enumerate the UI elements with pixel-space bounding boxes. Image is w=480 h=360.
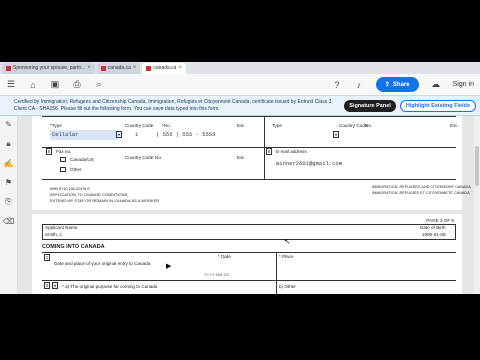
tab-sponsoring[interactable]: Sponsoring your spouse, partn... × (2, 63, 95, 74)
country-code-label: Country Code (125, 155, 154, 160)
section-title: COMING INTO CANADA (42, 244, 105, 250)
canada-favicon-icon (146, 66, 152, 71)
phone-type-dropdown[interactable]: ▾ (116, 131, 122, 138)
share-icon: ⇪ (384, 82, 390, 88)
question-number: 1 (44, 254, 50, 261)
fax-no-label: No. (155, 155, 163, 160)
divider (42, 280, 456, 281)
divider (42, 179, 456, 180)
email-label: E-mail address (276, 149, 307, 154)
phone-no-label: *No. (162, 123, 171, 128)
menu-icon[interactable]: ☰ (6, 79, 16, 90)
other-checkbox[interactable] (60, 167, 66, 172)
tab-canada-2[interactable]: canada.ca × (142, 63, 186, 74)
phone-no-label: No. (365, 123, 373, 128)
section-number: 6 (266, 148, 272, 155)
help-icon[interactable]: ? (332, 80, 342, 90)
divider (42, 116, 456, 117)
alt-phone-type-dropdown[interactable]: ▾ (333, 131, 339, 138)
other-label: Other (70, 167, 82, 172)
ext-label: Ext. (237, 123, 245, 128)
divider (42, 252, 456, 253)
bookmark-icon[interactable]: ⚑ (5, 178, 12, 187)
share-button[interactable]: ⇪ Share (375, 77, 419, 92)
comment-icon[interactable]: ✎ (5, 120, 12, 129)
form-code: IMM 5710 (06-2019) E (50, 186, 91, 191)
form-footer-title: APPLICATION TO CHANGE CONDITIONS, (50, 192, 129, 197)
close-icon[interactable]: × (87, 63, 91, 74)
other-purpose-label: b) Other (279, 284, 296, 289)
applicant-name-value: Smith, J. (45, 232, 63, 237)
email-value[interactable]: Winner2601@gmail.com (276, 160, 342, 167)
canada-favicon-icon (100, 66, 106, 71)
pdf-page-3: PAGE 3 OF 5 Applicant Name Smith, J. Dat… (32, 214, 462, 294)
highlight-fields-button[interactable]: Highlight Existing Fields (399, 99, 476, 112)
top-letterbox (0, 0, 480, 12)
page-indicator: PAGE 3 OF 5 (426, 218, 454, 223)
signature-panel-button[interactable]: Signature Panel (344, 99, 396, 112)
lock-icon[interactable]: 🔒︎ (6, 139, 10, 149)
divider (276, 280, 277, 294)
vertical-scrollbar[interactable] (474, 116, 480, 294)
bottom-letterbox (0, 294, 480, 360)
ext-label: Ext. (450, 123, 458, 128)
date-label: * Date (218, 254, 231, 259)
original-purpose-label: * a) The original purpose for coming to … (62, 284, 158, 289)
search-icon[interactable]: ⌕ (94, 79, 104, 90)
document-viewport[interactable]: *Type Country Code *No. Ext. Cellular ▾ … (18, 116, 480, 294)
section-number: 5 (46, 148, 52, 155)
divider (42, 147, 456, 148)
canada-us-checkbox[interactable] (60, 157, 66, 162)
dob-value: 1990-01-05 (422, 232, 446, 237)
signin-link[interactable]: Sign in (453, 81, 474, 88)
country-code-label: Country Code (339, 123, 368, 128)
canada-us-label: Canada/US (70, 157, 94, 162)
question-number: 2 (44, 282, 50, 289)
attachment-icon[interactable]: ⎘ (5, 197, 11, 207)
close-icon[interactable]: × (133, 63, 137, 74)
cloud-icon[interactable]: ☁ (431, 79, 441, 90)
form-footer-subtitle: EXTEND MY STAY OR REMAIN IN CANADA AS A … (50, 198, 160, 203)
country-code-value[interactable]: 1 (135, 131, 138, 138)
certification-notification-bar: Certified by Immigration, Refugees and C… (0, 96, 480, 116)
certification-text: Certified by Immigration, Refugees and C… (14, 99, 332, 112)
place-label: * Place (279, 254, 294, 259)
divider (276, 252, 277, 280)
divider (264, 147, 265, 179)
notifications-icon[interactable]: ♪ (354, 80, 364, 90)
browser-tab-bar: Sponsoring your spouse, partn... × canad… (0, 62, 480, 74)
close-icon[interactable]: × (178, 63, 182, 74)
country-code-label: Country Code (125, 123, 154, 128)
divider (264, 116, 265, 147)
ext-label: Ext. (237, 155, 245, 160)
fill-sign-icon[interactable]: ✍ (4, 159, 14, 168)
applicant-info-box (42, 224, 456, 240)
home-icon[interactable]: ⌂ (28, 80, 38, 90)
pdf-page-2: *Type Country Code *No. Ext. Cellular ▾ … (32, 116, 471, 210)
dob-label: Date of Birth (420, 225, 446, 230)
department-name-fr: IMMIGRATION, RÉFUGIÉS ET CITOYENNETÉ CAN… (372, 191, 470, 195)
date-format-hint: YYYY-MM-DD (204, 272, 230, 277)
mouse-cursor-icon: ↖ (284, 237, 291, 246)
save-icon[interactable]: ▣ (50, 79, 60, 90)
tab-canada-1[interactable]: canada.ca × (96, 63, 141, 74)
purpose-dropdown[interactable]: ▾ (52, 282, 58, 289)
redact-icon[interactable]: ⌫ (3, 217, 14, 226)
phone-number-value[interactable]: ( 555 ) 555 - 5555 (156, 131, 215, 138)
type-label: *Type (50, 123, 62, 128)
print-icon[interactable]: ⎙ (72, 79, 82, 90)
play-arrow-icon: ▶ (166, 263, 172, 270)
app-toolbar: ☰ ⌂ ▣ ⎙ ⌕ ? ♪ ⇪ Share ☁ Sign in (0, 74, 480, 96)
fax-label: Fax no. (56, 149, 72, 154)
original-entry-label: Date and place of your original entry to… (54, 261, 151, 266)
left-tool-sidebar: ✎ 🔒︎ ✍ ⚑ ⎘ ⌫ (0, 116, 18, 294)
department-name-en: IMMIGRATION, REFUGEES AND CITIZENSHIP CA… (372, 185, 471, 189)
phone-type-value: Cellular (52, 131, 79, 138)
type-label: Type (272, 123, 282, 128)
scrollbar-thumb[interactable] (475, 146, 479, 186)
canada-favicon-icon (6, 66, 11, 71)
applicant-name-label: Applicant Name (45, 225, 78, 230)
